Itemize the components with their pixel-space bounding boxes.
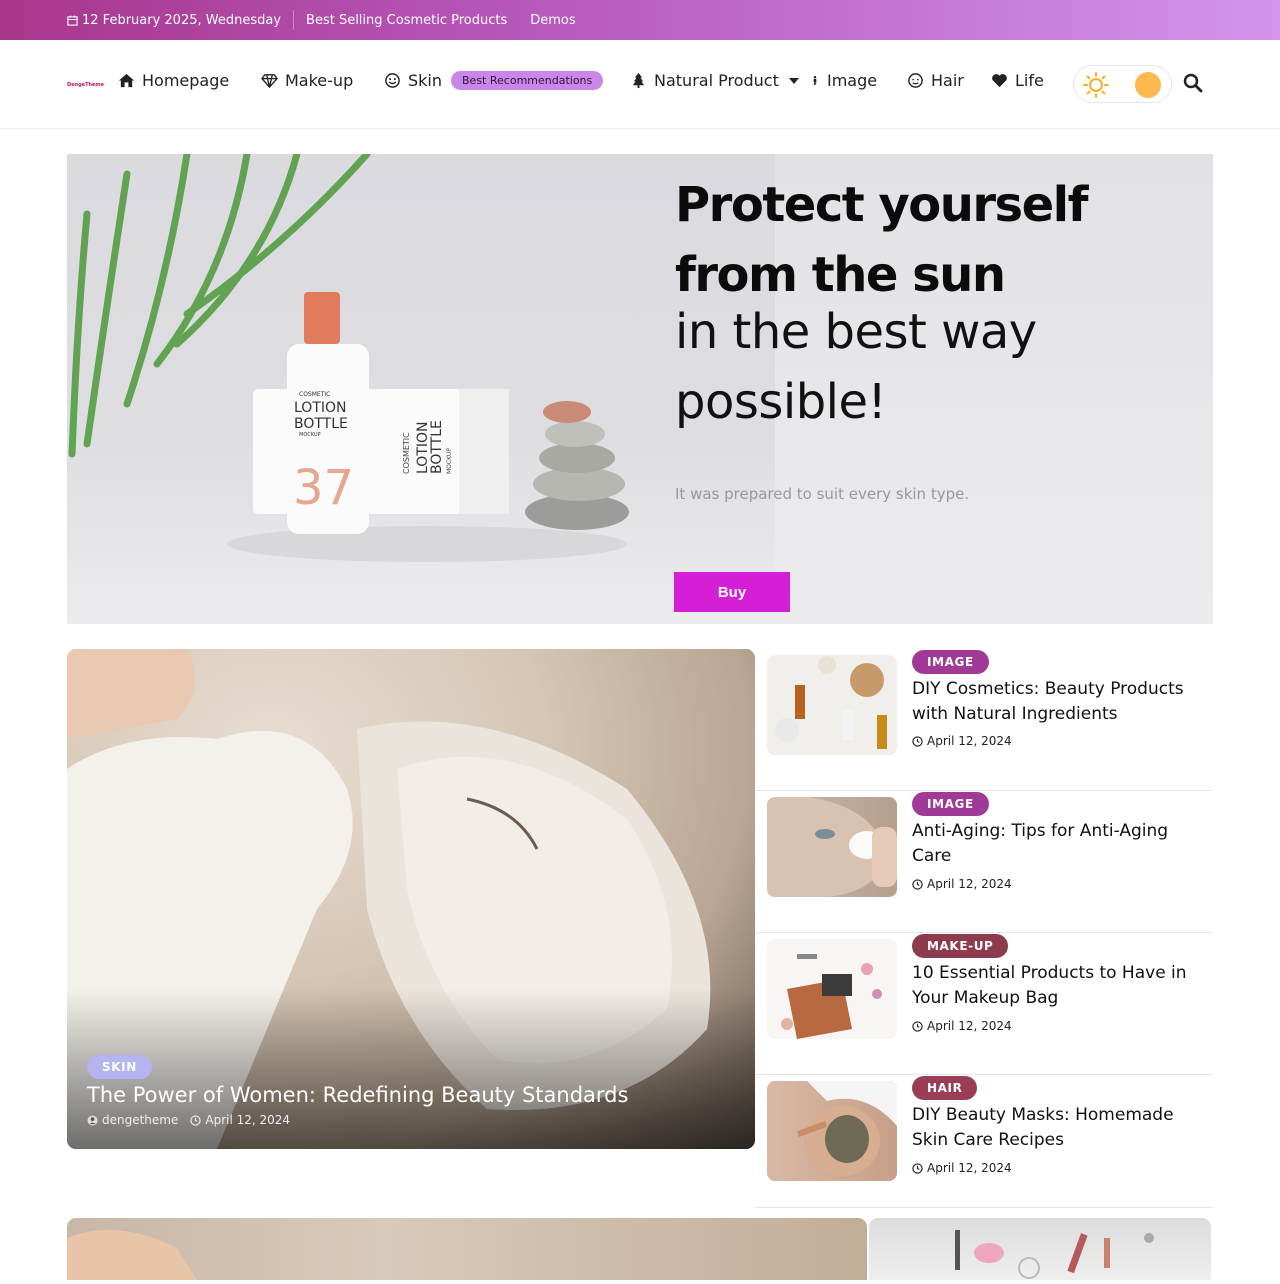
box-label-line3: BOTTLE [429,420,445,474]
hero-description: It was prepared to suit every skin type. [675,485,970,503]
search-icon[interactable] [1183,73,1203,93]
date-display: 12 February 2025, Wednesday [67,13,281,28]
post-date: April 12, 2024 [912,734,1012,748]
anti-aging-image [767,797,897,897]
home-icon [118,73,135,88]
box-label-line1: COSMETIC [402,432,411,474]
nav-label: Natural Product [654,71,779,90]
post-title[interactable]: Anti-Aging: Tips for Anti-Aging Care [912,819,1212,869]
featured-post-card[interactable]: SKIN The Power of Women: Redefining Beau… [67,649,755,1149]
heart-icon [992,74,1007,88]
post-date: April 12, 2024 [205,1113,291,1127]
featured-post-title[interactable]: The Power of Women: Redefining Beauty St… [87,1083,628,1107]
list-item[interactable]: HAIR DIY Beauty Masks: Homemade Skin Car… [755,1066,1213,1208]
clock-icon [912,735,923,747]
category-tag-image[interactable]: IMAGE [912,792,989,816]
clock-icon [190,1114,202,1126]
nav-image[interactable]: Image [810,71,877,90]
box-label-line4: MOCKUP [446,448,453,474]
nav-life[interactable]: Life [991,71,1044,90]
calendar-icon [67,14,78,26]
diamond-icon [261,74,278,89]
post-date: April 12, 2024 [912,877,1012,891]
bottle-label-line3: BOTTLE [294,416,348,432]
clock-icon [912,1020,923,1032]
post-meta: dengetheme April 12, 2024 [87,1113,290,1127]
person-icon [813,75,817,85]
nav-make-up[interactable]: Make-up [261,71,353,90]
bottle-number: 37 [293,460,354,516]
nav-label: Hair [931,71,964,90]
best-selling-link[interactable]: Best Selling Cosmetic Products [306,13,507,28]
post-thumbnail[interactable] [767,939,897,1039]
post-date-text: April 12, 2024 [927,877,1012,891]
category-tag-make-up[interactable]: MAKE-UP [912,934,1009,958]
top-bar: 12 February 2025, Wednesday Best Selling… [0,0,1280,40]
date-text: 12 February 2025, Wednesday [82,12,282,28]
bottle-label-line4: MOCKUP [299,432,321,438]
nav-homepage[interactable]: Homepage [118,71,229,90]
product-image: COSMETIC LOTION BOTTLE MOCKUP COSMETIC L… [227,292,629,562]
nav-label: Homepage [142,71,230,90]
date-meta: April 12, 2024 [190,1113,290,1127]
post-date: April 12, 2024 [912,1161,1012,1175]
clock-icon [912,878,923,890]
bottle-label-line1: COSMETIC [299,391,330,398]
bottle-label-line2: LOTION [294,400,347,416]
author-meta: dengetheme [87,1113,178,1127]
theme-toggle[interactable] [1073,65,1172,103]
post-title[interactable]: DIY Cosmetics: Beauty Products with Natu… [912,677,1212,727]
post-date: April 12, 2024 [912,1019,1012,1033]
list-item[interactable]: IMAGE DIY Cosmetics: Beauty Products wit… [755,649,1213,791]
list-item[interactable]: MAKE-UP 10 Essential Products to Have in… [755,933,1213,1075]
cosmetics-image [775,656,887,749]
nav-label: Life [1015,71,1044,90]
best-recommendations-badge: Best Recommendations [451,71,604,90]
site-logo[interactable]: DengeTheme [67,82,104,88]
clock-icon [912,1162,923,1174]
category-tag-skin[interactable]: SKIN [87,1055,152,1079]
hero-title: Protect yourself from the sun [675,177,1089,303]
post-thumbnail[interactable] [767,1081,897,1181]
list-item[interactable]: IMAGE Anti-Aging: Tips for Anti-Aging Ca… [755,791,1213,933]
user-icon [87,1114,98,1126]
buy-button[interactable]: Buy [674,572,790,612]
demos-link[interactable]: Demos [530,13,575,28]
author-name[interactable]: dengetheme [102,1113,178,1127]
post-date-text: April 12, 2024 [927,1161,1012,1175]
nav-label: Skin [408,71,443,90]
makeup-bag-image [781,954,882,1039]
chevron-down-icon [788,77,799,84]
next-post-card[interactable] [67,1218,867,1280]
post-thumbnail[interactable] [767,797,897,897]
post-thumbnail[interactable] [767,655,897,755]
spa-image [67,1230,197,1280]
smile-icon [385,73,400,88]
nav-natural-product[interactable]: Natural Product [630,71,799,90]
nav-skin[interactable]: Skin Best Recommendations [384,71,604,90]
divider [293,10,295,30]
post-date-text: April 12, 2024 [927,1019,1012,1033]
hero-banner: COSMETIC LOTION BOTTLE MOCKUP COSMETIC L… [67,154,1213,624]
face-mask-image [796,1081,897,1176]
nav-hair[interactable]: Hair [907,71,964,90]
nav-label: Image [827,71,878,90]
category-tag-hair[interactable]: HAIR [912,1076,978,1100]
category-tag-image[interactable]: IMAGE [912,650,989,674]
post-title[interactable]: 10 Essential Products to Have in Your Ma… [912,961,1212,1011]
next-post-card-secondary[interactable] [869,1218,1211,1280]
sun-icon [1083,72,1109,98]
hero-subtitle: in the best way possible! [675,304,1037,430]
post-date-text: April 12, 2024 [927,734,1012,748]
face-icon [908,73,923,88]
post-title[interactable]: DIY Beauty Masks: Homemade Skin Care Rec… [912,1103,1212,1153]
main-header: DengeTheme Homepage Make-up Skin Best Re… [0,40,1280,129]
nav-label: Make-up [285,71,354,90]
makeup-items-image [955,1230,1154,1279]
tree-icon [632,72,645,89]
toggle-knob [1135,72,1161,98]
